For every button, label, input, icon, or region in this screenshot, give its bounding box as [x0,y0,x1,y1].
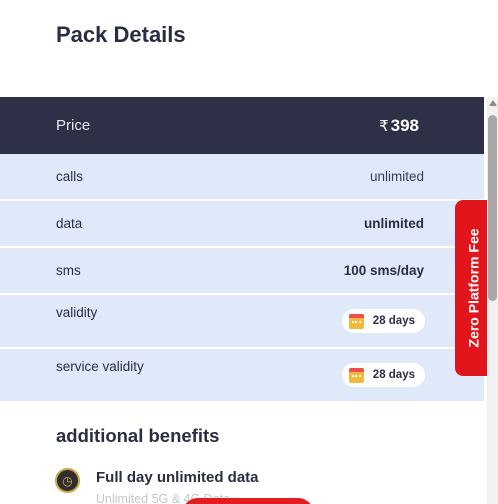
detail-value: unlimited [369,169,424,184]
detail-row-sms: sms 100 sms/day [0,248,484,295]
service-validity-value: 28 days [372,369,415,381]
calendar-icon [348,313,364,329]
price-amount: 398 [390,115,419,135]
page-title: Pack Details [56,22,186,47]
validity-value: 28 days [372,315,415,327]
service-validity-chip: 28 days [341,363,425,387]
detail-row-validity: validity 28 days [0,295,484,349]
validity-chip: 28 days [341,309,425,333]
rupee-symbol: ₹ [379,117,389,135]
scrollbar[interactable] [487,97,498,504]
detail-row-calls: calls unlimited [0,154,484,201]
detail-value: unlimited [364,216,424,231]
detail-row-service-validity: service validity 28 days [0,349,484,403]
detail-value: 100 sms/day [343,263,424,278]
detail-label: sms [56,263,81,278]
price-bar: Price ₹ 398 [0,97,484,154]
detail-label: validity [56,305,98,320]
calendar-icon [348,367,364,383]
detail-label: data [56,216,83,231]
clock-icon: ◷ [55,468,80,493]
recharge-button[interactable] [182,498,314,504]
additional-benefits-title: additional benefits [56,425,220,446]
pack-details-table: calls unlimited data unlimited sms 100 s… [0,154,484,403]
scroll-up-arrow-icon[interactable] [488,100,497,106]
benefit-item: ◷ Full day unlimited data [55,467,259,493]
price-label: Price [56,117,91,134]
zero-platform-fee-label: Zero Platform Fee [466,228,482,348]
price-value: ₹ 398 [379,116,419,136]
detail-label: calls [56,169,84,184]
detail-label: service validity [56,359,144,374]
benefit-title: Full day unlimited data [96,469,259,486]
detail-row-data: data unlimited [0,201,484,248]
scrollbar-thumb[interactable] [488,115,497,301]
